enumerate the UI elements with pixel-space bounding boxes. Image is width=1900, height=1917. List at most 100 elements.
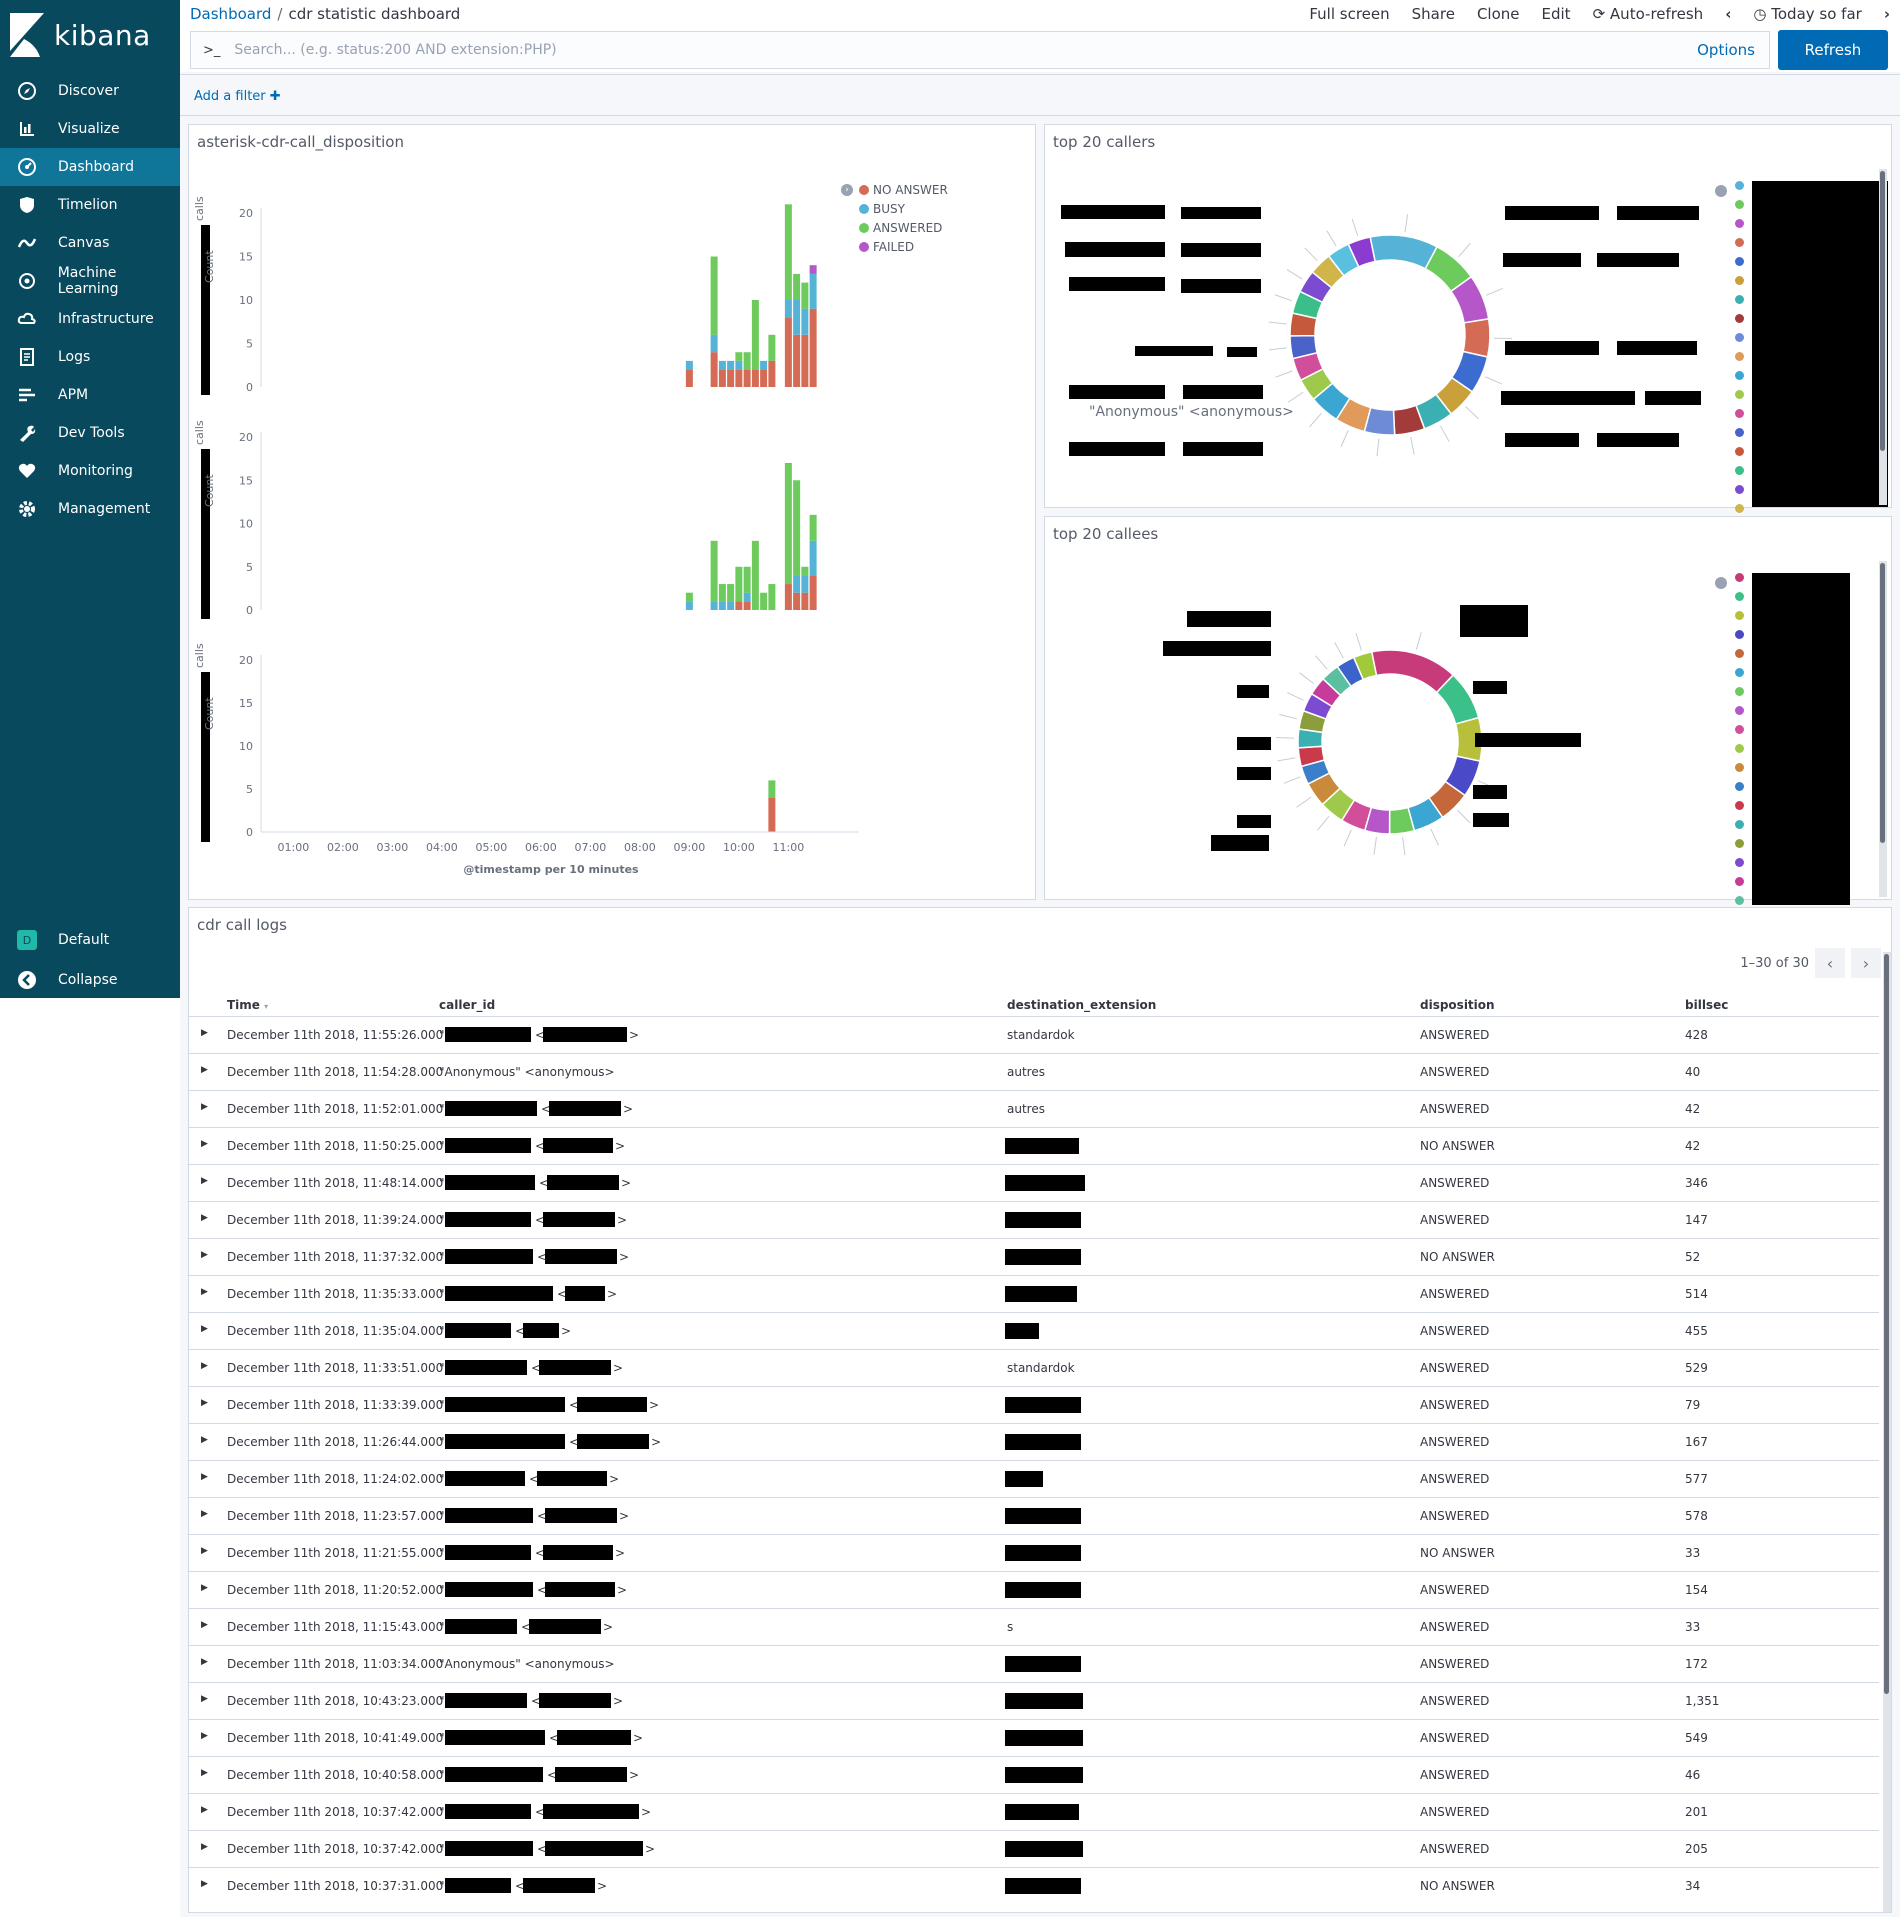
options-button[interactable]: Options xyxy=(1697,41,1755,59)
expand-row-icon[interactable]: ▶ xyxy=(201,1509,208,1519)
table-row[interactable]: ▶ December 11th 2018, 11:52:01.000 " < > autr… xyxy=(189,1090,1879,1127)
expand-row-icon[interactable]: ▶ xyxy=(201,1546,208,1556)
bar-segment[interactable] xyxy=(718,601,726,610)
legend-dot[interactable] xyxy=(1735,706,1744,715)
expand-row-icon[interactable]: ▶ xyxy=(201,1583,208,1593)
nav-item-logs[interactable]: Logs xyxy=(0,338,180,376)
col-header-disposition[interactable]: disposition xyxy=(1420,998,1495,1012)
expand-row-icon[interactable]: ▶ xyxy=(201,1102,208,1112)
expand-row-icon[interactable]: ▶ xyxy=(201,1250,208,1260)
nav-item-timelion[interactable]: Timelion xyxy=(0,186,180,224)
legend-dot[interactable] xyxy=(1735,820,1744,829)
bar-segment[interactable] xyxy=(784,584,792,610)
bar-segment[interactable] xyxy=(743,352,751,370)
bar-segment[interactable] xyxy=(710,256,718,335)
legend-dot[interactable] xyxy=(1735,466,1744,475)
expand-row-icon[interactable]: ▶ xyxy=(201,1472,208,1482)
legend-dot[interactable] xyxy=(1735,592,1744,601)
edit-button[interactable]: Edit xyxy=(1542,5,1571,23)
bar-segment[interactable] xyxy=(793,273,801,300)
legend-dot[interactable] xyxy=(1735,504,1744,513)
bar-segment[interactable] xyxy=(809,273,817,309)
bar-segment[interactable] xyxy=(751,369,759,387)
bar-segment[interactable] xyxy=(710,334,718,353)
col-header-dest[interactable]: destination_extension xyxy=(1007,998,1156,1012)
expand-row-icon[interactable]: ▶ xyxy=(201,1398,208,1408)
bar-segment[interactable] xyxy=(768,334,776,361)
bar-segment[interactable] xyxy=(784,462,792,585)
bar-segment[interactable] xyxy=(784,317,792,387)
legend-dot[interactable] xyxy=(1735,630,1744,639)
bar-segment[interactable] xyxy=(784,300,792,318)
table-row[interactable]: ▶ December 11th 2018, 11:48:14.000 " < > ANSW… xyxy=(189,1164,1879,1201)
nav-item-apm[interactable]: APM xyxy=(0,376,180,414)
expand-row-icon[interactable]: ▶ xyxy=(201,1176,208,1186)
bar-segment[interactable] xyxy=(743,601,751,610)
time-prev-button[interactable]: ‹ xyxy=(1725,5,1731,23)
legend-dot[interactable] xyxy=(1735,181,1744,190)
bar-segment[interactable] xyxy=(801,566,809,576)
col-header-caller[interactable]: caller_id xyxy=(439,998,495,1012)
bar-segment[interactable] xyxy=(809,265,817,274)
table-row[interactable]: ▶ December 11th 2018, 11:21:55.000 " < > NO A… xyxy=(189,1534,1879,1571)
bar-segment[interactable] xyxy=(727,360,735,370)
legend-dot[interactable] xyxy=(1735,371,1744,380)
legend-item[interactable]: NO ANSWER xyxy=(859,180,948,199)
bar-segment[interactable] xyxy=(735,352,743,361)
bar-segment[interactable] xyxy=(784,204,792,300)
expand-row-icon[interactable]: ▶ xyxy=(201,1028,208,1038)
table-row[interactable]: ▶ December 11th 2018, 11:26:44.000 " < > ANSW… xyxy=(189,1423,1879,1460)
table-row[interactable]: ▶ December 11th 2018, 10:43:23.000 " < > ANSW… xyxy=(189,1682,1879,1719)
legend-dot[interactable] xyxy=(1735,877,1744,886)
scrollbar[interactable] xyxy=(1883,952,1891,1912)
time-next-button[interactable]: › xyxy=(1884,5,1890,23)
legend-dot[interactable] xyxy=(1735,390,1744,399)
bar-segment[interactable] xyxy=(727,601,735,610)
legend-dot[interactable] xyxy=(1735,801,1744,810)
bar-segment[interactable] xyxy=(809,540,817,576)
col-header-time[interactable]: Time ▾ xyxy=(227,998,268,1012)
table-row[interactable]: ▶ December 11th 2018, 11:55:26.000 " < > stan… xyxy=(189,1016,1879,1053)
bar-segment[interactable] xyxy=(735,566,743,602)
legend-item[interactable]: ANSWERED xyxy=(859,218,948,237)
table-row[interactable]: ▶ December 11th 2018, 11:03:34.000 "Anonym… xyxy=(189,1645,1879,1682)
bar-segment[interactable] xyxy=(768,797,776,832)
nav-item-visualize[interactable]: Visualize xyxy=(0,110,180,148)
table-row[interactable]: ▶ December 11th 2018, 11:35:04.000 " < > ANSW… xyxy=(189,1312,1879,1349)
legend-item[interactable]: FAILED xyxy=(859,237,948,256)
expand-row-icon[interactable]: ▶ xyxy=(201,1435,208,1445)
legend-dot[interactable] xyxy=(1735,314,1744,323)
donut-slice[interactable] xyxy=(1370,649,1455,694)
bar-segment[interactable] xyxy=(685,601,693,610)
expand-row-icon[interactable]: ▶ xyxy=(201,1213,208,1223)
bar-segment[interactable] xyxy=(801,575,809,593)
table-row[interactable]: ▶ December 11th 2018, 11:54:28.000 "Anonym… xyxy=(189,1053,1879,1090)
table-row[interactable]: ▶ December 11th 2018, 10:37:42.000 " < > ANSW… xyxy=(189,1830,1879,1867)
legend-dot[interactable] xyxy=(1735,725,1744,734)
expand-row-icon[interactable]: ▶ xyxy=(201,1065,208,1075)
bar-segment[interactable] xyxy=(793,300,801,335)
table-row[interactable]: ▶ December 11th 2018, 11:39:24.000 " < > ANSW… xyxy=(189,1201,1879,1238)
legend-dot[interactable] xyxy=(1735,649,1744,658)
nav-item-machine-learning[interactable]: Machine Learning xyxy=(0,262,180,300)
expand-row-icon[interactable]: ▶ xyxy=(201,1879,208,1889)
legend-dot[interactable] xyxy=(1735,428,1744,437)
bar-segment[interactable] xyxy=(685,360,693,370)
bar-segment[interactable] xyxy=(718,584,726,602)
expand-row-icon[interactable]: ▶ xyxy=(201,1805,208,1815)
bar-segment[interactable] xyxy=(793,592,801,610)
legend-dot[interactable] xyxy=(1735,763,1744,772)
legend-dot[interactable] xyxy=(1735,447,1744,456)
search-input[interactable]: >_ Search... (e.g. status:200 AND extens… xyxy=(190,31,1770,69)
legend-dot[interactable] xyxy=(1735,200,1744,209)
donut-slice[interactable] xyxy=(1369,234,1439,270)
legend-dot[interactable] xyxy=(1735,782,1744,791)
legend-dot[interactable] xyxy=(1735,744,1744,753)
legend-dot[interactable] xyxy=(1735,839,1744,848)
table-row[interactable]: ▶ December 11th 2018, 11:33:51.000 " < > stan… xyxy=(189,1349,1879,1386)
bar-segment[interactable] xyxy=(710,352,718,387)
nav-item-dashboard[interactable]: Dashboard xyxy=(0,148,180,186)
bar-segment[interactable] xyxy=(809,575,817,610)
table-row[interactable]: ▶ December 11th 2018, 11:24:02.000 " < > ANSW… xyxy=(189,1460,1879,1497)
kibana-logo[interactable]: kibana xyxy=(10,12,151,58)
